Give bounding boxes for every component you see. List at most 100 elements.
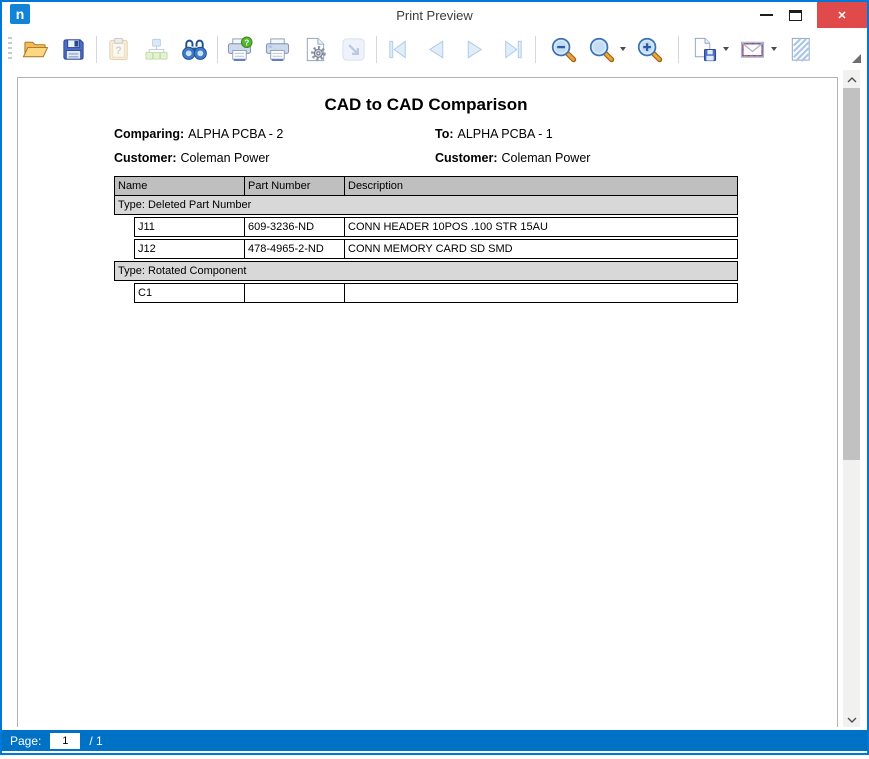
open-button[interactable]: [20, 34, 50, 64]
last-page-button[interactable]: [497, 34, 527, 64]
paste-button[interactable]: ?: [103, 34, 133, 64]
toolbar-grip[interactable]: [8, 37, 12, 61]
cell-description: CONN HEADER 10POS .100 STR 15AU: [344, 218, 737, 236]
window-title: Print Preview: [396, 8, 473, 23]
hierarchy-tree-icon: [143, 36, 170, 63]
export-document-icon: [691, 36, 718, 63]
find-button[interactable]: [179, 34, 209, 64]
column-header-name: Name: [115, 177, 244, 195]
page-total: / 1: [89, 734, 102, 748]
previous-page-icon: [423, 36, 450, 63]
toolbar: ?: [2, 28, 867, 70]
minimize-button[interactable]: [751, 2, 781, 28]
first-page-button[interactable]: [383, 34, 413, 64]
cell-part-number: [244, 284, 344, 302]
app-logo-icon: n: [10, 4, 30, 24]
toolbar-separator: [376, 36, 377, 63]
svg-text:?: ?: [244, 38, 249, 47]
svg-text:?: ?: [115, 44, 121, 56]
status-bar: Page: / 1: [2, 730, 867, 751]
customer-row: Customer: Coleman Power Customer: Colema…: [114, 146, 738, 170]
table-row: C1: [134, 283, 738, 303]
table-row: J11 609-3236-ND CONN HEADER 10POS .100 S…: [134, 217, 738, 237]
preview-viewport: CAD to CAD Comparison Comparing: ALPHA P…: [2, 70, 867, 727]
page-setup-gear-icon: [302, 36, 329, 63]
email-dropdown-caret[interactable]: [771, 47, 777, 51]
table-row: J12 478-4965-2-ND CONN MEMORY CARD SD SM…: [134, 239, 738, 259]
email-button[interactable]: [737, 34, 767, 64]
comparing-value: ALPHA PCBA - 2: [188, 127, 283, 141]
next-page-icon: [461, 36, 488, 63]
cell-description: CONN MEMORY CARD SD SMD: [344, 240, 737, 258]
export-button[interactable]: [689, 34, 719, 64]
export-dropdown-caret[interactable]: [723, 47, 729, 51]
print-options-button[interactable]: ?: [224, 34, 254, 64]
table-header-row: Name Part Number Description: [114, 176, 738, 196]
vertical-scrollbar[interactable]: [843, 70, 860, 727]
to-value: ALPHA PCBA - 1: [458, 127, 553, 141]
scroll-down-button[interactable]: [843, 710, 860, 727]
save-floppy-icon: [60, 36, 87, 63]
scroll-up-button[interactable]: [843, 70, 860, 87]
maximize-icon: [789, 10, 802, 21]
cell-name: J11: [135, 218, 244, 236]
toolbar-separator: [96, 36, 97, 63]
cell-part-number: 609-3236-ND: [244, 218, 344, 236]
previous-page-button[interactable]: [421, 34, 451, 64]
minimize-icon: [760, 14, 773, 16]
zoom-out-icon: [550, 36, 577, 63]
clipboard-question-icon: ?: [105, 36, 132, 63]
column-header-part-number: Part Number: [244, 177, 344, 195]
last-page-icon: [499, 36, 526, 63]
page-number-input[interactable]: [50, 733, 80, 749]
cell-part-number: 478-4965-2-ND: [244, 240, 344, 258]
cell-name: C1: [135, 284, 244, 302]
print-button[interactable]: [262, 34, 292, 64]
cell-description: [344, 284, 737, 302]
zoom-button[interactable]: [586, 34, 616, 64]
open-folder-icon: [22, 36, 49, 63]
binoculars-icon: [181, 36, 208, 63]
customer-label-right: Customer:: [435, 151, 498, 165]
zoom-in-button[interactable]: [634, 34, 664, 64]
hierarchy-button[interactable]: [141, 34, 171, 64]
first-page-icon: [385, 36, 412, 63]
comparison-table: Name Part Number Description Type: Delet…: [114, 176, 738, 303]
table-group-row: Type: Deleted Part Number: [114, 195, 738, 215]
zoom-out-button[interactable]: [548, 34, 578, 64]
toolbar-separator: [217, 36, 218, 63]
printer-question-icon: ?: [226, 36, 253, 63]
customer-value-right: Coleman Power: [502, 151, 591, 165]
next-page-button[interactable]: [459, 34, 489, 64]
zoom-dropdown-caret[interactable]: [620, 47, 626, 51]
report-title: CAD to CAD Comparison: [114, 94, 738, 115]
page-setup-button[interactable]: [300, 34, 330, 64]
chevron-up-icon: [847, 70, 857, 88]
chevron-down-icon: [847, 710, 857, 728]
preview-page: CAD to CAD Comparison Comparing: ALPHA P…: [17, 77, 838, 727]
save-button[interactable]: [58, 34, 88, 64]
column-header-description: Description: [344, 177, 737, 195]
toolbar-separator: [535, 36, 536, 63]
report-content: CAD to CAD Comparison Comparing: ALPHA P…: [114, 94, 738, 303]
comparing-label: Comparing:: [114, 127, 184, 141]
comparing-row: Comparing: ALPHA PCBA - 2 To: ALPHA PCBA…: [114, 122, 738, 146]
maximize-button[interactable]: [781, 2, 809, 28]
watermark-page-icon: [787, 36, 814, 63]
scale-to-fit-button[interactable]: [338, 34, 368, 64]
to-label: To:: [435, 127, 454, 141]
printer-icon: [264, 36, 291, 63]
zoom-in-icon: [636, 36, 663, 63]
close-button[interactable]: ✕: [817, 2, 867, 28]
window-controls: ✕: [751, 2, 867, 28]
cell-name: J12: [135, 240, 244, 258]
zoom-icon: [588, 36, 615, 63]
print-preview-window: n Print Preview ✕: [0, 0, 869, 755]
customer-label-left: Customer:: [114, 151, 177, 165]
watermark-button[interactable]: [785, 34, 815, 64]
toolbar-overflow-button[interactable]: [852, 54, 861, 63]
title-bar: n Print Preview ✕: [2, 2, 867, 28]
scrollbar-thumb[interactable]: [843, 88, 860, 460]
email-envelope-icon: [739, 36, 766, 63]
toolbar-separator: [678, 36, 679, 63]
